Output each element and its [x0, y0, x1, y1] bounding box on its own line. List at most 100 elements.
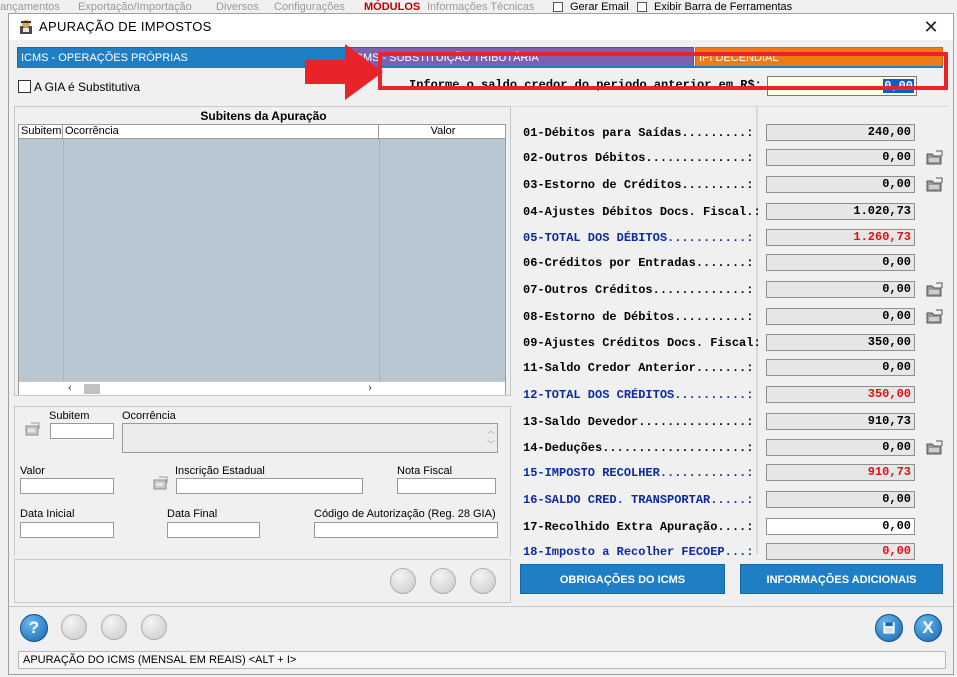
inscricao-estadual-field[interactable] [176, 478, 363, 494]
informacoes-adicionais-button[interactable]: INFORMAÇÕES ADICIONAIS [740, 564, 943, 594]
apuracao-row-value[interactable]: 1.260,73 [766, 229, 915, 246]
search-inscricao-icon[interactable] [151, 474, 171, 492]
apuracao-values-panel: 01-Débitos para Saídas.........: 240,00 02… [513, 106, 949, 560]
apuracao-row-value[interactable]: 0,00 [766, 149, 915, 166]
apuracao-row-value[interactable]: 910,73 [766, 464, 915, 481]
menu-item-informacoes-tecnicas[interactable]: Informações Técnicas [427, 1, 534, 13]
window-title: APURAÇÃO DE IMPOSTOS [39, 19, 212, 34]
gerar-email-checkbox[interactable] [553, 2, 563, 12]
gia-substitutiva-label: A GIA é Substitutiva [34, 80, 141, 94]
exibir-barra-checkbox[interactable] [637, 2, 647, 12]
apuracao-row-label: 04-Ajustes Débitos Docs. Fiscal.: [523, 205, 761, 219]
folder-icon[interactable] [926, 309, 944, 325]
save-button[interactable] [875, 614, 903, 642]
toolbar-disabled-button-2[interactable] [101, 614, 127, 640]
apuracao-row-label: 16-SALDO CRED. TRANSPORTAR.....: [523, 493, 754, 507]
folder-icon[interactable] [926, 282, 944, 298]
apuracao-row-value[interactable]: 0,00 [766, 491, 915, 508]
apuracao-window: APURAÇÃO DE IMPOSTOS ✕ ICMS - OPERAÇÕES … [8, 13, 954, 675]
apuracao-row-value[interactable]: 0,00 [766, 281, 915, 298]
apuracao-row-label: 11-Saldo Credor Anterior.......: [523, 361, 754, 375]
apuracao-row-label: 17-Recolhido Extra Apuração....: [523, 520, 754, 534]
toolbar-disabled-button-1[interactable] [61, 614, 87, 640]
apuracao-row-label: 13-Saldo Devedor...............: [523, 415, 754, 429]
folder-icon[interactable] [926, 440, 944, 456]
obrigacoes-icms-button[interactable]: OBRIGAÇÕES DO ICMS [520, 564, 725, 594]
folder-icon[interactable] [926, 150, 944, 166]
apuracao-row-label: 14-Deduções....................: [523, 441, 754, 455]
scrollbar-thumb[interactable] [84, 384, 100, 394]
exibir-barra-label: Exibir Barra de Ferramentas [654, 1, 793, 13]
gerar-email-label: Gerar Email [570, 1, 629, 13]
scroll-down-icon[interactable]: ﹀ [487, 439, 495, 450]
data-inicial-field[interactable] [20, 522, 114, 538]
menu-item-modulos[interactable]: MÓDULOS [364, 1, 420, 13]
apuracao-row-label: 03-Estorno de Créditos.........: [523, 178, 754, 192]
red-arrow-icon [305, 44, 383, 100]
menu-item-exportacao[interactable]: Exportação/Importação [78, 1, 192, 13]
tab-icms-operacoes-proprias[interactable]: ICMS - OPERAÇÕES PRÓPRIAS [17, 47, 349, 67]
apuracao-row-value[interactable]: 0,00 [766, 518, 915, 535]
app-icon [20, 20, 32, 34]
subitem-label: Subitem [49, 410, 90, 422]
inscricao-estadual-label: Inscrição Estadual [175, 465, 265, 477]
apuracao-row-label: 08-Estorno de Débitos..........: [523, 310, 754, 324]
codigo-autorizacao-field[interactable] [314, 522, 498, 538]
column-header-ocorrencia[interactable]: Ocorrência [63, 125, 379, 139]
subitem-actions-bar [14, 559, 511, 603]
grid-column-divider [379, 139, 380, 381]
scroll-right-icon[interactable]: › [363, 382, 377, 396]
apuracao-row-label: 01-Débitos para Saídas.........: [523, 126, 754, 140]
column-header-valor[interactable]: Valor [379, 125, 505, 139]
data-final-label: Data Final [167, 508, 218, 520]
close-window-button[interactable]: ✕ [909, 14, 953, 40]
apuracao-row-label: 09-Ajustes Créditos Docs. Fiscal: [523, 336, 761, 350]
bottom-toolbar: ? X [9, 606, 953, 648]
menu-item-diversos[interactable]: Diversos [216, 1, 259, 13]
grid-column-divider [63, 139, 64, 381]
data-inicial-label: Data Inicial [20, 508, 75, 520]
folder-icon[interactable] [926, 177, 944, 193]
edit-subitem-button-icon[interactable] [430, 568, 456, 594]
apuracao-row-value[interactable]: 0,00 [766, 543, 915, 560]
apuracao-row-value[interactable]: 910,73 [766, 413, 915, 430]
nota-fiscal-field[interactable] [397, 478, 496, 494]
apuracao-row-value[interactable]: 0,00 [766, 308, 915, 325]
apuracao-row-label: 12-TOTAL DOS CRÉDITOS..........: [523, 388, 754, 402]
apuracao-row-value[interactable]: 350,00 [766, 386, 915, 403]
exit-button[interactable]: X [914, 614, 942, 642]
scroll-left-icon[interactable]: ‹ [63, 382, 77, 396]
apuracao-row-value[interactable]: 350,00 [766, 334, 915, 351]
apuracao-row-value[interactable]: 0,00 [766, 359, 915, 376]
grid-horizontal-scrollbar[interactable]: ‹ › [19, 381, 505, 395]
save-icon [883, 622, 895, 634]
valor-field[interactable] [20, 478, 114, 494]
title-bar: APURAÇÃO DE IMPOSTOS ✕ [9, 14, 953, 40]
apuracao-row-value[interactable]: 240,00 [766, 124, 915, 141]
subitem-field[interactable] [50, 423, 114, 439]
apuracao-row-value[interactable]: 1.020,73 [766, 203, 915, 220]
data-final-field[interactable] [167, 522, 260, 538]
ocorrencia-field[interactable]: ︿ ﹀ [122, 423, 498, 453]
background-menu-bar: ançamentos Exportação/Importação Diverso… [0, 0, 957, 14]
column-header-subitem[interactable]: Subitem [19, 125, 63, 139]
subitens-grid[interactable]: Subitem Ocorrência Valor ‹ › [18, 124, 506, 395]
help-button[interactable]: ? [20, 614, 48, 642]
add-subitem-icon[interactable] [390, 568, 416, 594]
toolbar-disabled-button-3[interactable] [141, 614, 167, 640]
menu-item-configuracoes[interactable]: Configurações [274, 1, 345, 13]
ocorrencia-label: Ocorrência [122, 410, 176, 422]
delete-subitem-icon[interactable] [470, 568, 496, 594]
grid-header: Subitem Ocorrência Valor [19, 125, 505, 139]
apuracao-row-value[interactable]: 0,00 [766, 176, 915, 193]
apuracao-row-value[interactable]: 0,00 [766, 439, 915, 456]
codigo-autorizacao-label: Código de Autorização (Reg. 28 GIA) [314, 508, 496, 520]
highlight-box [378, 52, 948, 90]
gia-substitutiva-checkbox[interactable] [18, 80, 31, 93]
menu-item-lancamentos[interactable]: ançamentos [0, 1, 60, 13]
edit-subitem-icon[interactable] [23, 420, 43, 438]
apuracao-row-value[interactable]: 0,00 [766, 254, 915, 271]
scroll-up-icon[interactable]: ︿ [487, 425, 495, 436]
subitens-title: Subitens da Apuração [200, 109, 327, 123]
apuracao-row-label: 18-Imposto a Recolher FECOEP...: [523, 545, 754, 559]
